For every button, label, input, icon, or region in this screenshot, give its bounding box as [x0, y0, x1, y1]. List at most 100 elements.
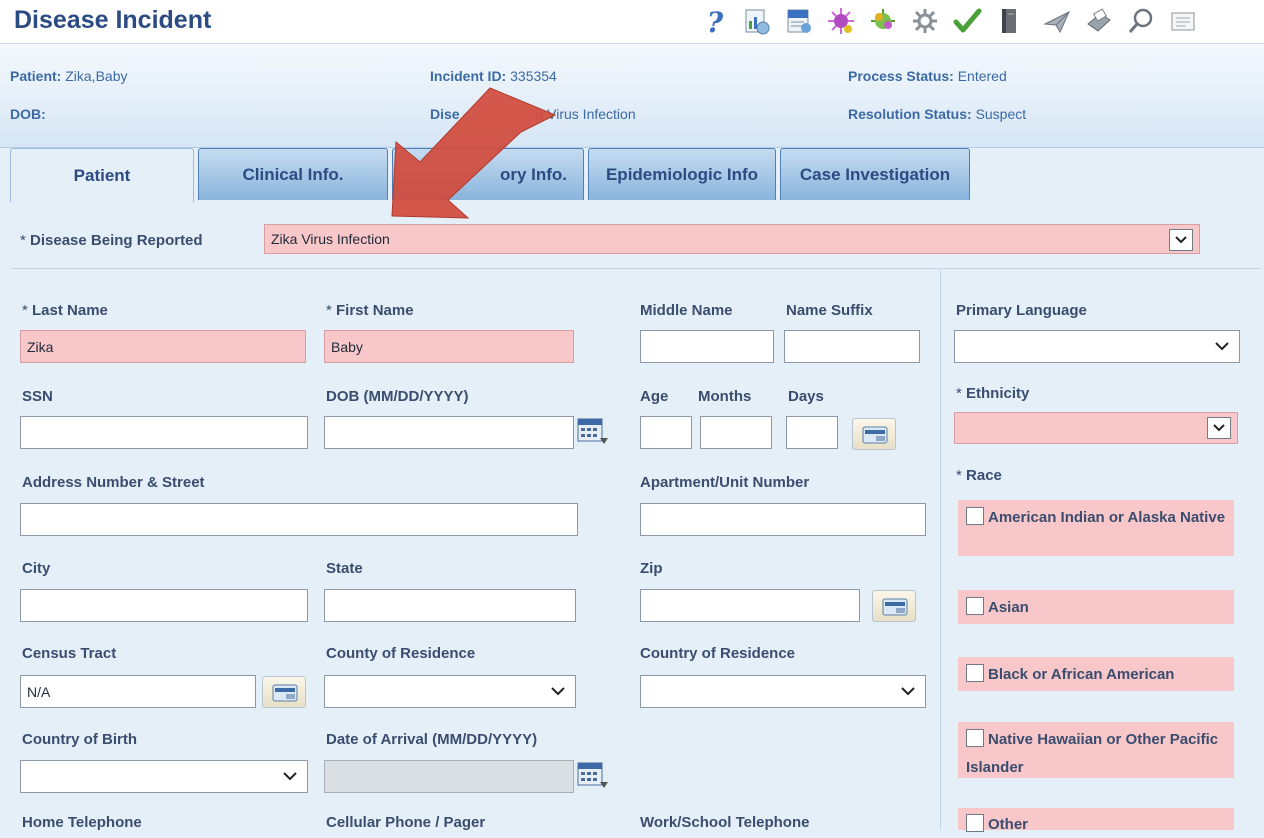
ethnicity-select[interactable] [954, 412, 1238, 444]
checkbox[interactable] [966, 729, 984, 747]
last-name-field[interactable]: Zika [20, 330, 306, 363]
race-option-native-hawaiian[interactable]: Native Hawaiian or Other Pacific Islande… [958, 722, 1234, 778]
tab-patient[interactable]: Patient [10, 148, 194, 202]
chevron-down-icon [1207, 417, 1231, 439]
resolution-status: Resolution Status: Suspect [848, 106, 1027, 122]
checkbox[interactable] [966, 664, 984, 682]
tab-epidemiologic-info[interactable]: Epidemiologic Info [588, 148, 776, 200]
age-calculator-button[interactable] [852, 418, 896, 450]
ssn-field[interactable] [20, 416, 308, 449]
column-divider [940, 269, 941, 830]
city-label: City [22, 560, 51, 577]
address-field[interactable] [20, 503, 578, 536]
age-label: Age [640, 388, 669, 405]
days-field[interactable] [786, 416, 838, 449]
chevron-down-icon [551, 684, 565, 698]
first-name-label: First Name [326, 302, 414, 319]
section-divider [12, 268, 1260, 269]
incident-id-summary: Incident ID: 335354 [430, 68, 557, 84]
send-icon[interactable] [1042, 6, 1072, 36]
tab-case-investigation[interactable]: Case Investigation [780, 148, 970, 200]
home-phone-label: Home Telephone [22, 814, 142, 831]
race-option-asian[interactable]: Asian [958, 590, 1234, 624]
checkbox[interactable] [966, 814, 984, 832]
tab-bar: Patient Clinical Info. ory Info. Epidemi… [0, 148, 1264, 202]
checkmark-icon[interactable] [952, 6, 982, 36]
checkbox[interactable] [966, 597, 984, 615]
search-icon[interactable] [1126, 6, 1156, 36]
apartment-label: Apartment/Unit Number [640, 474, 810, 491]
verify-icon[interactable] [784, 6, 814, 36]
chevron-down-icon [283, 769, 297, 783]
middle-name-label: Middle Name [640, 302, 733, 319]
race-option-american-indian[interactable]: American Indian or Alaska Native [958, 500, 1234, 556]
country-birth-select[interactable] [20, 760, 308, 793]
chevron-down-icon [1169, 229, 1193, 251]
dob-label: DOB (MM/DD/YYYY) [326, 388, 469, 405]
dob-summary: DOB: [10, 106, 46, 122]
census-tract-label: Census Tract [22, 645, 117, 662]
zip-field[interactable] [640, 589, 860, 622]
virus-icon[interactable] [826, 6, 856, 36]
page-title: Disease Incident [14, 6, 212, 34]
race-option-black[interactable]: Black or African American [958, 657, 1234, 691]
country-residence-label: Country of Residence [640, 645, 796, 662]
disease-label: Disease Being Reported [20, 232, 203, 249]
report-icon[interactable] [742, 6, 772, 36]
race-option-other[interactable]: Other [958, 808, 1234, 833]
tab-laboratory-info[interactable]: ory Info. [392, 148, 584, 200]
state-label: State [326, 560, 363, 577]
disease-select[interactable]: Zika Virus Infection [264, 224, 1200, 254]
chevron-down-icon [901, 684, 915, 698]
months-label: Months [698, 388, 752, 405]
state-field[interactable] [324, 589, 576, 622]
process-status: Process Status: Entered [848, 68, 1007, 84]
chevron-down-icon [1215, 339, 1229, 353]
country-residence-select[interactable] [640, 675, 926, 708]
months-field[interactable] [700, 416, 772, 449]
work-phone-label: Work/School Telephone [640, 814, 810, 831]
patient-summary: Patient: Zika,Baby [10, 68, 128, 84]
primary-language-label: Primary Language [956, 302, 1087, 319]
hand-icon[interactable] [868, 6, 898, 36]
dob-field[interactable] [324, 416, 574, 449]
apartment-field[interactable] [640, 503, 926, 536]
race-label: Race [956, 467, 1002, 484]
incident-summary: Patient: Zika,Baby DOB: Incident ID: 335… [0, 44, 1264, 148]
age-field[interactable] [640, 416, 692, 449]
toolbar: ? [700, 4, 1260, 38]
country-birth-label: Country of Birth [22, 731, 137, 748]
help-icon[interactable]: ? [700, 6, 730, 36]
first-name-field[interactable]: Baby [324, 330, 574, 363]
tab-clinical-info[interactable]: Clinical Info. [198, 148, 388, 200]
print-icon[interactable] [1084, 6, 1114, 36]
zip-lookup-button[interactable] [872, 590, 916, 622]
svg-text:?: ? [707, 6, 724, 36]
date-arrival-label: Date of Arrival (MM/DD/YYYY) [326, 731, 538, 748]
book-icon[interactable] [994, 6, 1024, 36]
last-name-label: Last Name [22, 302, 108, 319]
date-arrival-field [324, 760, 574, 793]
city-field[interactable] [20, 589, 308, 622]
disease-row: Disease Being Reported Zika Virus Infect… [0, 215, 1264, 261]
checkbox[interactable] [966, 507, 984, 525]
notes-icon[interactable] [1168, 6, 1198, 36]
address-label: Address Number & Street [22, 474, 205, 491]
disease-summary: Dise a Virus Infection [430, 106, 636, 122]
name-suffix-field[interactable] [784, 330, 920, 363]
cell-phone-label: Cellular Phone / Pager [326, 814, 486, 831]
ethnicity-label: Ethnicity [956, 385, 1029, 402]
middle-name-field[interactable] [640, 330, 774, 363]
gear-icon[interactable] [910, 6, 940, 36]
calendar-icon[interactable] [576, 416, 610, 448]
county-residence-select[interactable] [324, 675, 576, 708]
ssn-label: SSN [22, 388, 53, 405]
name-suffix-label: Name Suffix [786, 302, 873, 319]
title-bar: Disease Incident ? [0, 0, 1264, 44]
days-label: Days [788, 388, 824, 405]
census-tract-field[interactable]: N/A [20, 675, 256, 708]
primary-language-select[interactable] [954, 330, 1240, 363]
calendar-icon[interactable] [576, 760, 610, 792]
zip-label: Zip [640, 560, 663, 577]
census-lookup-button[interactable] [262, 676, 306, 708]
